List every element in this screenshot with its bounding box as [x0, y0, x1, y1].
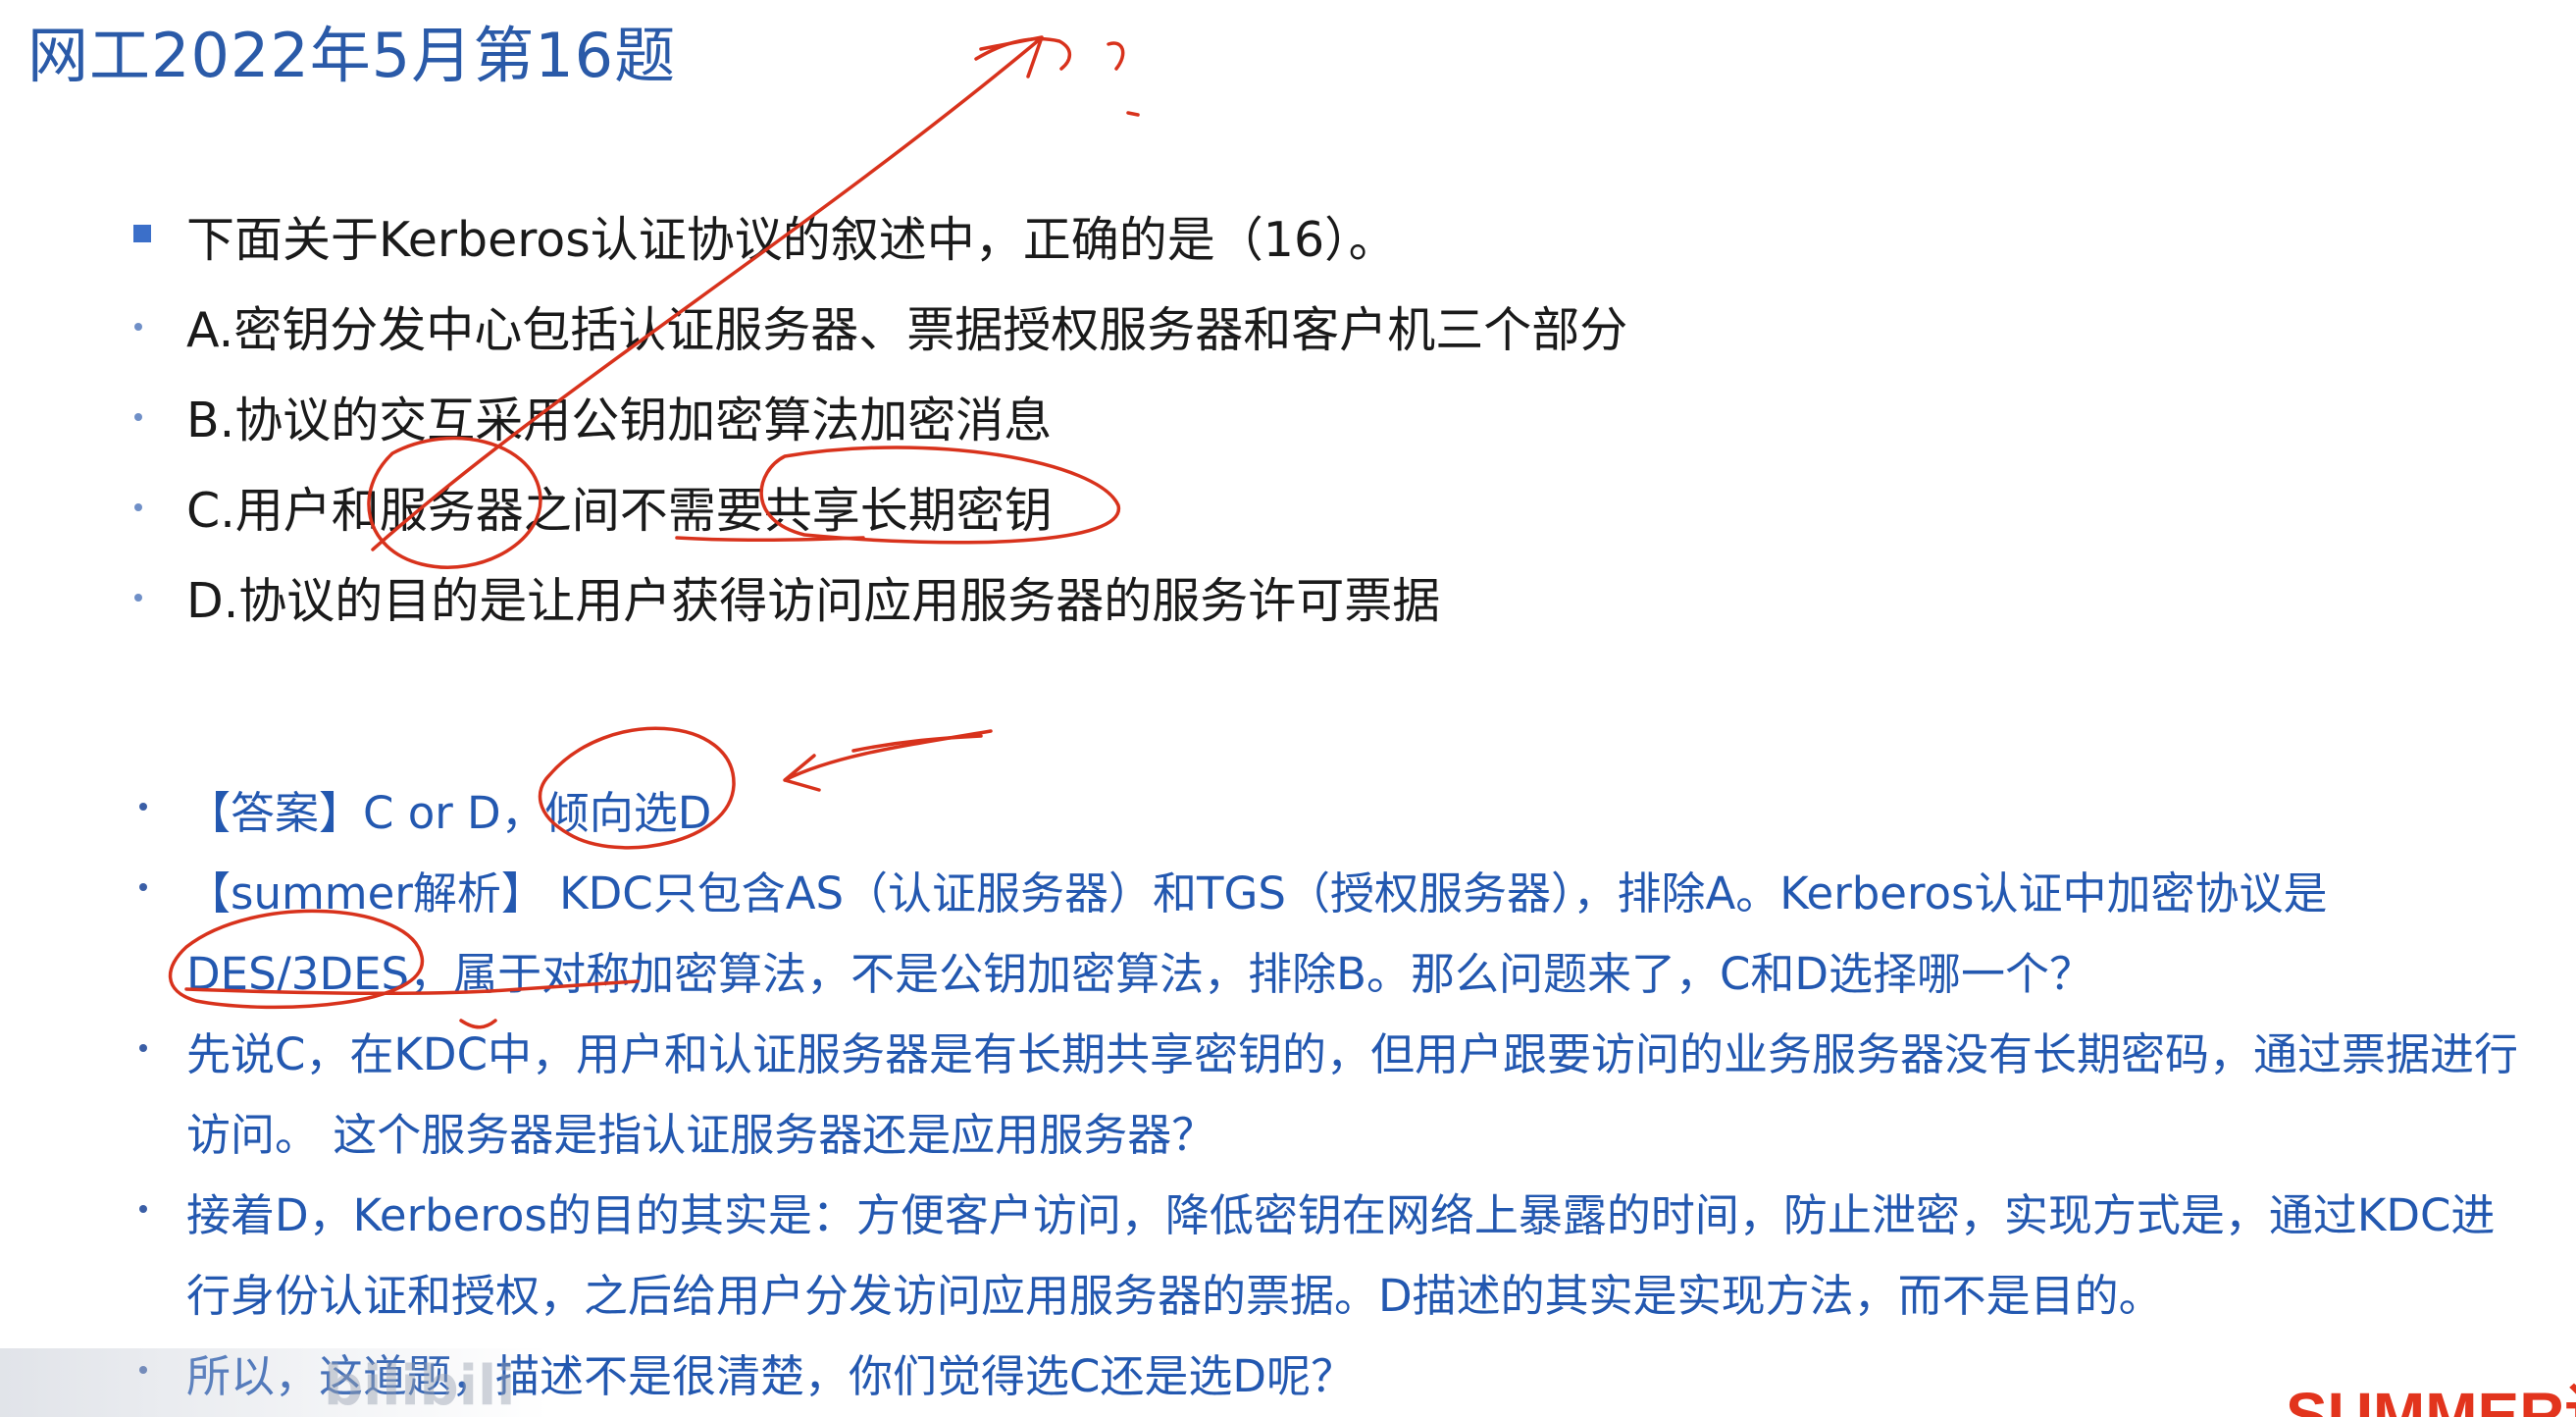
annotation-squiggle [1107, 41, 1125, 71]
answer-line: 【答案】C or D，倾向选D [186, 787, 712, 839]
option-c: C.用户和服务器之间不需要共享长期密钥 [186, 483, 1053, 539]
emphasis-stroke [851, 734, 983, 753]
option-c-discussion-line-2: 访问。 这个服务器是指认证服务器还是应用服务器？ [186, 1109, 1216, 1161]
option-bullet [134, 594, 142, 602]
option-d-discussion-line-2: 行身份认证和授权，之后给用户分发访问应用服务器的票据。D描述的其实是实现方法，而… [186, 1270, 2163, 1322]
question-stem: 下面关于Kerberos认证协议的叙述中，正确的是（16）。 [186, 212, 1397, 268]
explanation-bullet [139, 1205, 147, 1213]
option-d-discussion-line-1: 接着D，Kerberos的目的其实是：方便客户访问，降低密钥在网络上暴露的时间，… [186, 1189, 2496, 1241]
explanation-bullet [139, 1044, 147, 1052]
option-bullet [134, 323, 142, 331]
explanation-bullet [139, 803, 147, 811]
option-a: A.密钥分发中心包括认证服务器、票据授权服务器和客户机三个部分 [186, 302, 1628, 358]
analysis-line-1: 【summer解析】 KDC只包含AS（认证服务器）和TGS（授权服务器），排除… [186, 867, 2328, 919]
option-bullet [134, 413, 142, 421]
emphasis-arrow [783, 729, 993, 792]
annotation-dash [1126, 111, 1140, 117]
summer-logo: SUMMER课堂 [2286, 1380, 2576, 1417]
option-c-discussion-line-1: 先说C，在KDC中，用户和认证服务器是有长期共享密钥的，但用户跟要访问的业务服务… [186, 1028, 2519, 1080]
question-bullet [133, 225, 151, 242]
bilibili-watermark: bilibili [324, 1354, 516, 1417]
page-title: 网工2022年5月第16题 [27, 20, 677, 91]
option-bullet [134, 503, 142, 511]
option-b: B.协议的交互采用公钥加密算法加密消息 [186, 393, 1053, 448]
option-d: D.协议的目的是让用户获得访问应用服务器的服务许可票据 [186, 573, 1441, 629]
explanation-bullet [139, 883, 147, 891]
annotation-arrow-tail [974, 36, 1072, 71]
analysis-line-2: DES/3DES，属于对称加密算法，不是公钥加密算法，排除B。那么问题来了，C和… [186, 948, 2094, 1000]
annotation-arrowhead [979, 35, 1044, 79]
